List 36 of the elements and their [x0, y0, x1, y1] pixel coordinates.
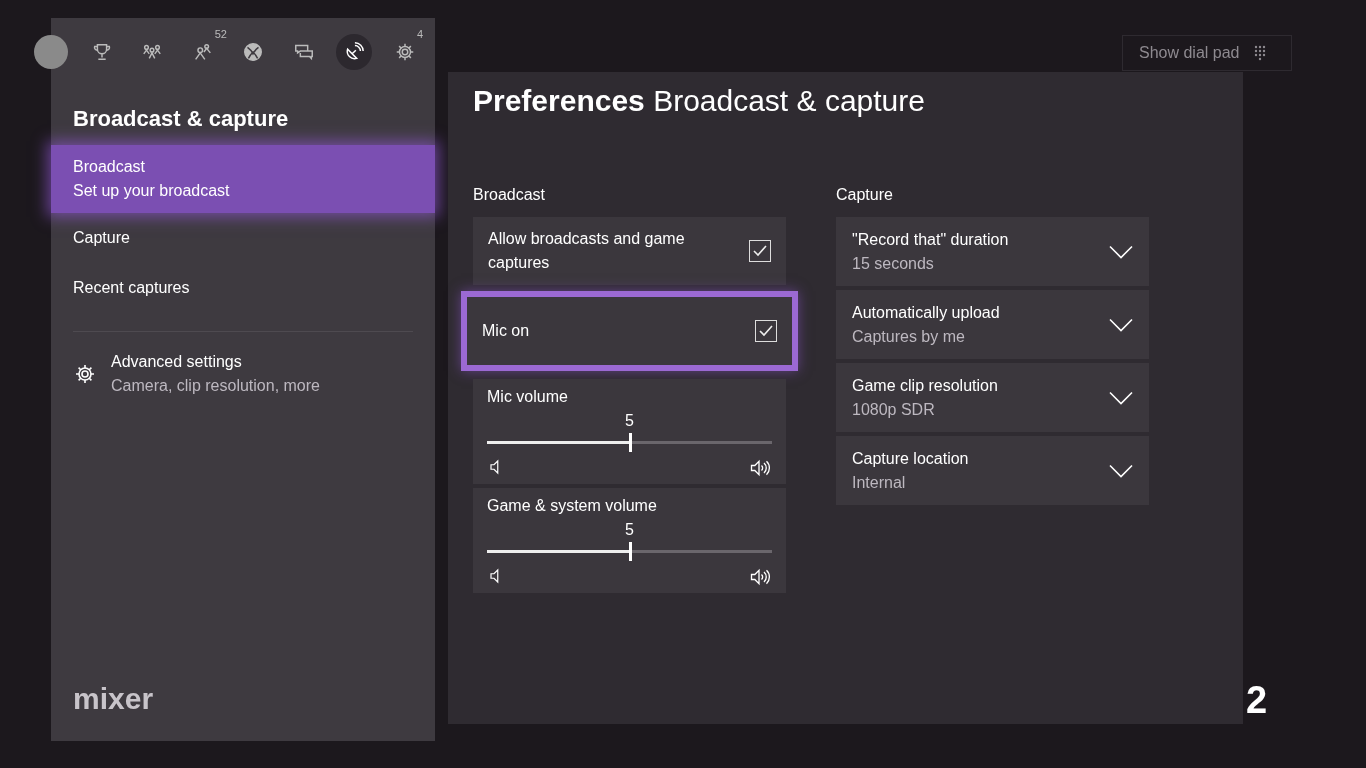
satellite-dish-icon	[343, 41, 366, 63]
slider-label: Game & system volume	[487, 496, 658, 516]
badge-count: 4	[416, 27, 424, 42]
dropdown[interactable]: Capture location Internal	[836, 436, 1149, 505]
speaker-low-icon	[487, 458, 501, 476]
chevron-down-icon	[1109, 317, 1133, 332]
badge-count: 52	[214, 27, 227, 42]
background-text: 2	[1246, 678, 1268, 723]
slider-track[interactable]	[487, 433, 772, 452]
slider-value: 5	[624, 411, 635, 431]
section-heading: Broadcast	[473, 185, 547, 205]
slider-value: 5	[624, 520, 635, 540]
dropdown[interactable]: "Record that" duration 15 seconds	[836, 217, 1149, 286]
menu-item[interactable]: Recent captures	[51, 263, 435, 313]
slider-thumb[interactable]	[628, 433, 632, 452]
chevron-down-icon	[1109, 390, 1133, 405]
dial-pad-button[interactable]: Show dial pad	[1122, 35, 1292, 71]
slider-thumb[interactable]	[628, 542, 632, 561]
mixer-logo: mixer	[73, 681, 154, 717]
avatar-icon	[34, 35, 68, 69]
guide-title: Broadcast & capture	[73, 105, 290, 133]
slider-label: Mic volume	[487, 387, 569, 407]
section-heading: Capture	[836, 185, 894, 205]
dropdown[interactable]: Automatically upload Captures by me	[836, 290, 1149, 359]
page-title: Preferences Broadcast & capture	[473, 83, 926, 119]
chevron-down-icon	[1109, 244, 1133, 259]
chevron-down-icon	[1109, 463, 1133, 478]
keypad-icon	[1253, 44, 1266, 62]
gear-icon	[73, 362, 97, 386]
slider-track[interactable]	[487, 542, 772, 561]
checkbox-row[interactable]: Allow broadcasts and game captures	[473, 217, 786, 285]
speaker-low-icon	[487, 567, 501, 585]
dropdown[interactable]: Game clip resolution 1080p SDR	[836, 363, 1149, 432]
advanced-settings-item[interactable]: Advanced settings Camera, clip resolution, more	[51, 346, 342, 402]
menu-item[interactable]: Broadcast Set up your broadcast	[51, 145, 435, 213]
menu-item[interactable]: Capture	[51, 213, 435, 263]
